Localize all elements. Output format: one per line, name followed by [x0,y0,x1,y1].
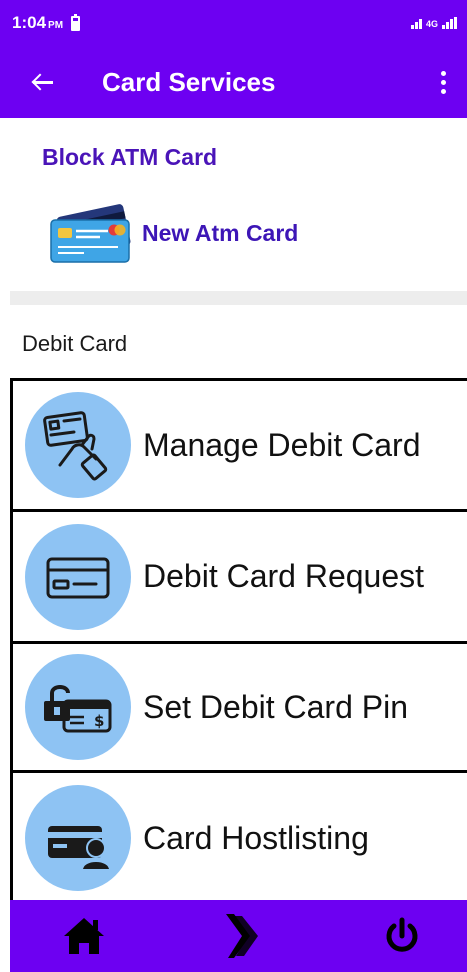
circle-bg [25,785,131,891]
circle-bg [25,392,131,498]
card-item-label: Debit Card Request [143,558,425,594]
debit-card-request-item[interactable]: Debit Card Request [10,509,467,644]
signal-indicators: 4G [410,17,457,29]
card-item-label: Card Hostlisting [143,819,369,856]
signal-icon-2 [442,17,457,29]
power-icon[interactable] [378,912,426,960]
bottom-nav [10,900,467,972]
section-divider [10,291,467,305]
more-options-icon[interactable] [433,68,453,96]
network-type: 4G [425,19,438,29]
battery-icon [71,13,81,31]
section-heading: Debit Card [22,331,128,356]
hand-card-icon [43,411,108,481]
card-hostlisting-item[interactable]: Card Hostlisting [10,770,467,903]
home-icon[interactable] [60,912,108,960]
card-user-icon [48,826,112,871]
card-item-label: Manage Debit Card [143,426,421,463]
back-arrow-icon[interactable] [30,68,58,96]
atm-cards-icon [50,204,131,263]
card-item-label: Set Debit Card Pin [143,688,409,725]
signal-icon [410,17,422,29]
circle-bg: $ [25,654,131,760]
app-bar: Card Services [0,46,467,118]
brand-logo-icon[interactable] [216,912,264,960]
status-bar: 1:04 PM 4G [0,0,467,46]
status-time: 1:04 PM [12,13,64,32]
new-atm-card-label: New Atm Card [142,219,299,246]
credit-card-icon [46,557,110,598]
set-debit-card-pin-item[interactable]: $ Set Debit Card Pin [10,641,467,773]
manage-debit-card-item[interactable]: Manage Debit Card [10,378,467,512]
circle-bg [25,523,131,630]
block-atm-card-link[interactable]: Block ATM Card [42,144,217,171]
status-left: 1:04 PM [12,13,81,33]
new-atm-card-link[interactable]: New Atm Card [48,200,298,266]
page-title: Card Services [102,66,276,97]
card-lock-icon: $ [44,685,112,733]
svg-text:$: $ [94,712,104,730]
